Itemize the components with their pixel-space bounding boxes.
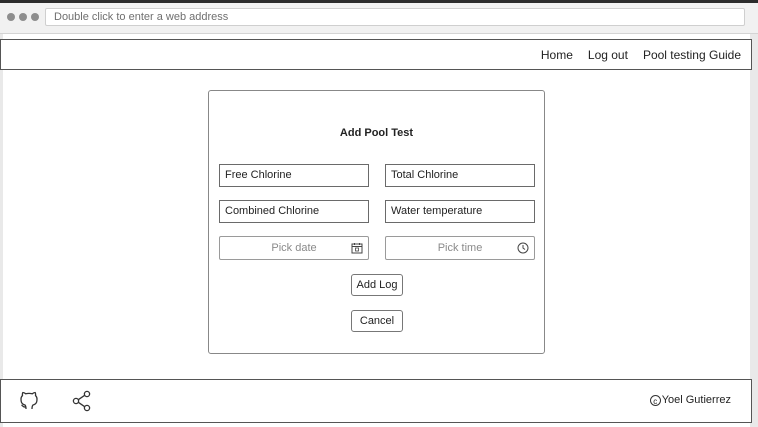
nav-pool-guide-link[interactable]: Pool testing Guide	[643, 48, 741, 62]
water-temperature-input[interactable]: Water temperature	[385, 200, 535, 223]
clock-icon	[517, 242, 529, 254]
date-picker[interactable]: Pick date	[219, 236, 369, 260]
time-picker[interactable]: Pick time	[385, 236, 535, 260]
close-window-dot[interactable]	[7, 13, 15, 21]
time-picker-placeholder: Pick time	[437, 242, 483, 254]
nav-logout-link[interactable]: Log out	[588, 48, 628, 62]
add-pool-test-card: Add Pool Test Free Chlorine Total Chlori…	[208, 90, 545, 354]
date-picker-placeholder: Pick date	[271, 242, 317, 254]
copyright-symbol: c	[649, 394, 661, 406]
copyright-text: c Yoel Gutierrez	[649, 394, 731, 406]
calendar-icon	[351, 243, 363, 254]
author-name: Yoel Gutierrez	[661, 394, 731, 406]
free-chlorine-input[interactable]: Free Chlorine	[219, 164, 369, 187]
footer: c Yoel Gutierrez	[0, 379, 752, 423]
total-chlorine-input[interactable]: Total Chlorine	[385, 164, 535, 187]
github-icon[interactable]	[18, 390, 40, 412]
browser-toolbar: Double click to enter a web address	[0, 3, 758, 34]
share-icon[interactable]	[71, 390, 93, 412]
header-navbar: Home Log out Pool testing Guide	[0, 39, 752, 70]
form-title: Add Pool Test	[339, 127, 414, 139]
minimize-window-dot[interactable]	[19, 13, 27, 21]
cancel-button[interactable]: Cancel	[351, 310, 403, 332]
nav-links: Home Log out Pool testing Guide	[541, 40, 741, 69]
maximize-window-dot[interactable]	[31, 13, 39, 21]
combined-chlorine-input[interactable]: Combined Chlorine	[219, 200, 369, 223]
nav-home-link[interactable]: Home	[541, 48, 573, 62]
address-bar[interactable]: Double click to enter a web address	[45, 8, 745, 26]
window-controls	[7, 13, 39, 21]
add-log-button[interactable]: Add Log	[351, 274, 403, 296]
